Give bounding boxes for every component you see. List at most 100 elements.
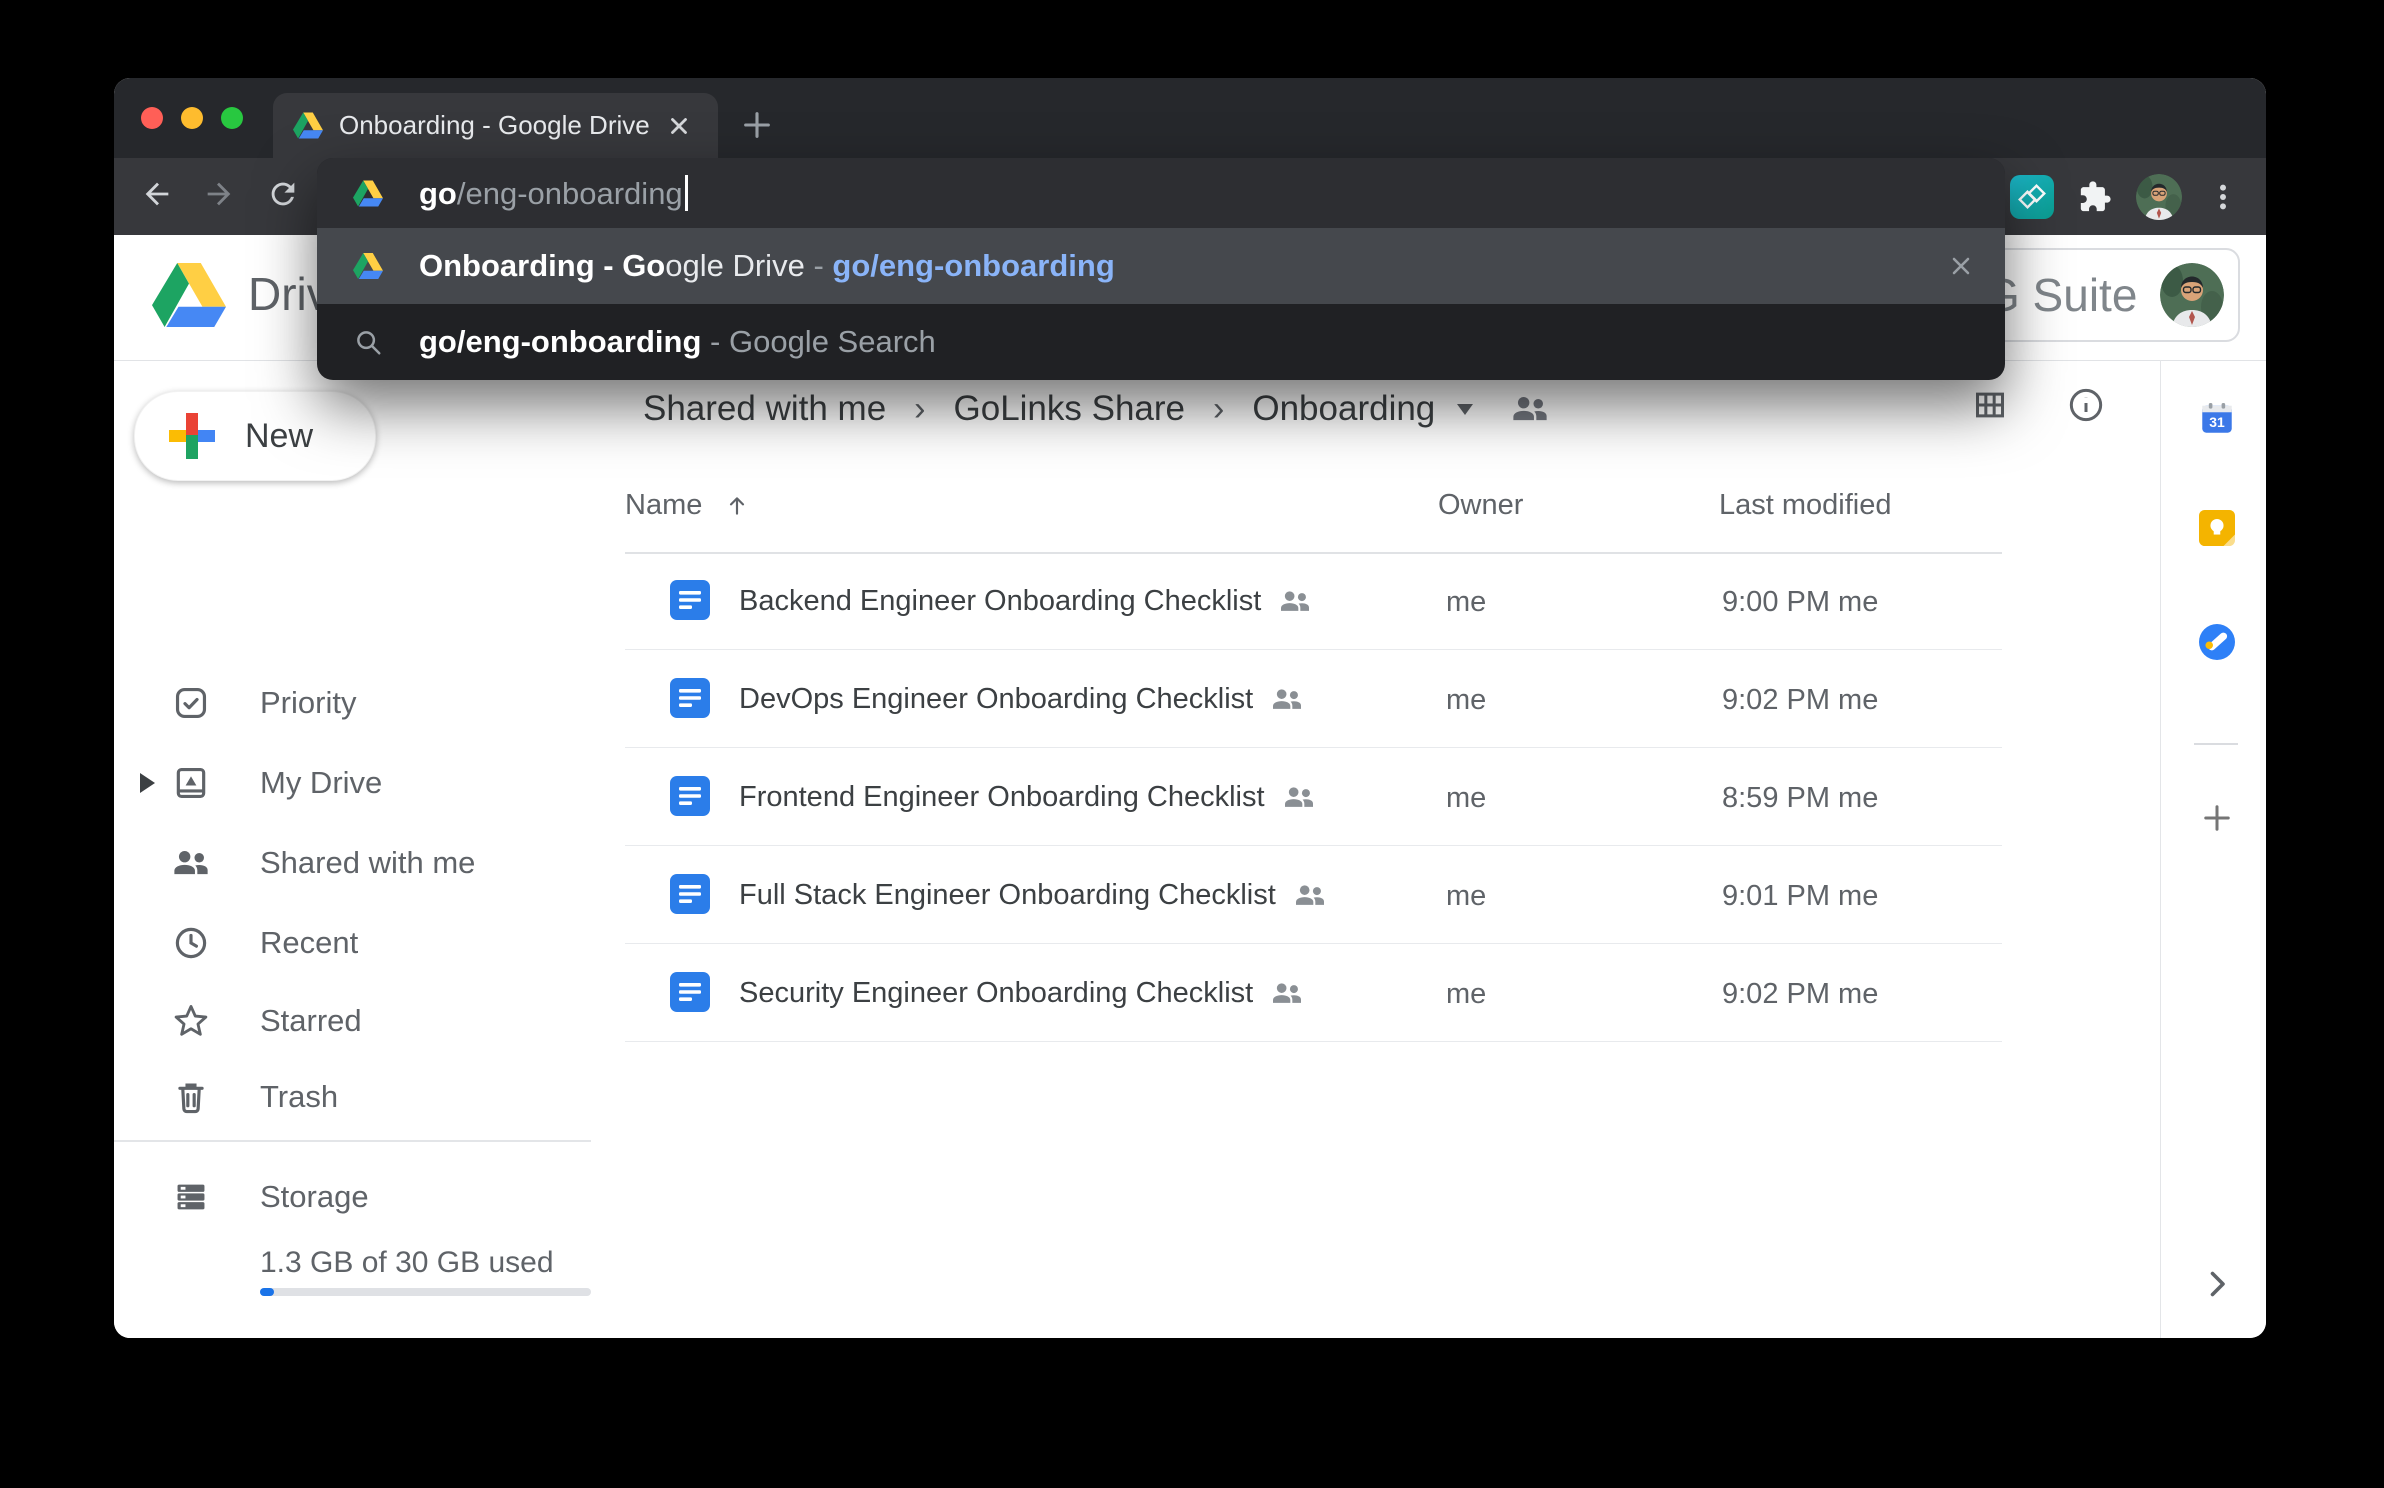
- trash-icon: [172, 1078, 210, 1116]
- column-header-name[interactable]: Name: [625, 489, 750, 522]
- file-modified: 8:59 PM me: [1722, 782, 1878, 815]
- priority-icon: [172, 684, 210, 722]
- table-row[interactable]: Security Engineer Onboarding Checklist m…: [625, 944, 2002, 1042]
- sidebar-item-trash[interactable]: Trash: [114, 1057, 591, 1137]
- storage-progress-fill: [260, 1288, 274, 1296]
- table-row[interactable]: Frontend Engineer Onboarding Checklist m…: [625, 748, 2002, 846]
- macos-minimize-button[interactable]: [181, 107, 203, 129]
- star-icon: [172, 1002, 210, 1040]
- add-panel-icon[interactable]: [2199, 800, 2235, 836]
- storage-usage-text: 1.3 GB of 30 GB used: [260, 1246, 554, 1280]
- sidebar-item-shared-with-me[interactable]: Shared with me: [114, 823, 591, 903]
- macos-zoom-button[interactable]: [221, 107, 243, 129]
- browser-tab[interactable]: Onboarding - Google Drive: [273, 93, 718, 158]
- expand-caret-icon[interactable]: [140, 773, 155, 793]
- suggestion-separator: -: [813, 248, 823, 283]
- new-plus-icon: [169, 413, 215, 459]
- shared-people-icon: [1271, 982, 1303, 1005]
- calendar-day-label: 31: [2209, 414, 2225, 430]
- suggestion-title-rest: ogle Drive: [665, 248, 805, 283]
- breadcrumb: Shared with me › GoLinks Share › Onboard…: [643, 381, 1549, 437]
- google-drive-favicon-icon: [353, 180, 383, 207]
- sidebar-item-starred[interactable]: Starred: [114, 981, 591, 1061]
- sidebar-item-label: Recent: [260, 925, 358, 961]
- shared-people-icon: [1294, 884, 1326, 907]
- browser-window: Onboarding - Google Drive: [114, 78, 2266, 1338]
- sort-ascending-icon: [724, 493, 750, 519]
- sidebar-item-label: Starred: [260, 1003, 362, 1039]
- breadcrumb-separator-icon: ›: [914, 390, 925, 429]
- google-docs-file-icon: [670, 874, 710, 914]
- macos-close-button[interactable]: [141, 107, 163, 129]
- tab-bar: Onboarding - Google Drive: [114, 78, 2266, 158]
- google-docs-file-icon: [670, 580, 710, 620]
- table-row[interactable]: DevOps Engineer Onboarding Checklist me …: [625, 650, 2002, 748]
- file-name: DevOps Engineer Onboarding Checklist: [739, 683, 1253, 716]
- file-modified: 9:00 PM me: [1722, 586, 1878, 619]
- view-controls: [1970, 385, 2106, 425]
- back-button[interactable]: [140, 177, 174, 211]
- sidebar-item-recent[interactable]: Recent: [114, 903, 591, 983]
- breadcrumb-golinks-share[interactable]: GoLinks Share: [954, 389, 1186, 429]
- table-row[interactable]: Backend Engineer Onboarding Checklist me…: [625, 552, 2002, 650]
- sidebar-item-label: Trash: [260, 1079, 338, 1115]
- drive-page: Drive G Suite: [114, 235, 2266, 1338]
- suggestion-separator: -: [710, 324, 720, 359]
- google-docs-file-icon: [670, 678, 710, 718]
- omnibox-typed-text: go: [419, 176, 457, 211]
- folder-menu-caret-icon[interactable]: [1457, 404, 1473, 415]
- shared-people-icon: [1279, 590, 1311, 613]
- suggestion-url: go/eng-onboarding: [832, 248, 1114, 283]
- google-docs-file-icon: [670, 972, 710, 1012]
- suggestion-drive-result[interactable]: Onboarding - Google Drive - go/eng-onboa…: [317, 228, 2005, 304]
- browser-menu-icon[interactable]: [2206, 180, 2240, 214]
- google-keep-icon[interactable]: [2199, 510, 2235, 546]
- tab-title: Onboarding - Google Drive: [339, 110, 658, 141]
- sidebar-item-label: My Drive: [260, 765, 382, 801]
- reload-button[interactable]: [266, 177, 300, 211]
- google-drive-favicon-icon: [293, 112, 323, 139]
- browser-profile-avatar[interactable]: [2136, 174, 2182, 220]
- sidebar-item-priority[interactable]: Priority: [114, 663, 591, 743]
- table-row[interactable]: Full Stack Engineer Onboarding Checklist…: [625, 846, 2002, 944]
- golinks-extension-icon[interactable]: [2010, 175, 2054, 219]
- suggestion-google-search[interactable]: go/eng-onboarding - Google Search: [317, 304, 2005, 380]
- google-tasks-icon[interactable]: [2199, 624, 2235, 660]
- collapse-panel-chevron-icon[interactable]: [2199, 1266, 2235, 1302]
- account-avatar[interactable]: [2160, 263, 2224, 327]
- file-name: Frontend Engineer Onboarding Checklist: [739, 781, 1265, 814]
- shared-people-icon: [1271, 688, 1303, 711]
- new-button[interactable]: New: [134, 391, 376, 481]
- folder-shared-icon[interactable]: [1511, 395, 1549, 423]
- breadcrumb-separator-icon: ›: [1213, 390, 1224, 429]
- sidebar-item-label: Storage: [260, 1179, 369, 1215]
- new-tab-button[interactable]: [740, 108, 774, 142]
- storage-icon: [172, 1178, 210, 1216]
- grid-view-icon[interactable]: [1970, 385, 2010, 425]
- sidebar-item-my-drive[interactable]: My Drive: [114, 743, 591, 823]
- suggestion-search-label: Google Search: [729, 324, 936, 359]
- omnibox-input[interactable]: go/eng-onboarding: [317, 158, 2005, 228]
- gsuite-label: G Suite: [1984, 268, 2160, 322]
- file-owner: me: [1446, 586, 1486, 619]
- breadcrumb-onboarding[interactable]: Onboarding: [1252, 389, 1435, 429]
- clock-icon: [172, 924, 210, 962]
- tab-close-icon[interactable]: [666, 113, 692, 139]
- omnibox-dropdown: go/eng-onboarding Onboarding - Google Dr…: [317, 158, 2005, 380]
- google-calendar-icon[interactable]: 31: [2199, 400, 2235, 436]
- file-owner: me: [1446, 684, 1486, 717]
- forward-button[interactable]: [202, 177, 236, 211]
- extensions-puzzle-icon[interactable]: [2078, 180, 2112, 214]
- shared-people-icon: [1283, 786, 1315, 809]
- file-name: Backend Engineer Onboarding Checklist: [739, 585, 1261, 618]
- file-modified: 9:02 PM me: [1722, 684, 1878, 717]
- sidebar-item-storage[interactable]: Storage: [114, 1157, 591, 1237]
- info-icon[interactable]: [2066, 385, 2106, 425]
- google-drive-logo-icon[interactable]: [152, 263, 226, 327]
- file-name: Security Engineer Onboarding Checklist: [739, 977, 1253, 1010]
- remove-suggestion-icon[interactable]: [1947, 252, 1975, 280]
- table-header: Name Owner Last modified: [625, 465, 2002, 554]
- file-list: Backend Engineer Onboarding Checklist me…: [625, 552, 2002, 1042]
- breadcrumb-shared-with-me[interactable]: Shared with me: [643, 389, 886, 429]
- file-owner: me: [1446, 978, 1486, 1011]
